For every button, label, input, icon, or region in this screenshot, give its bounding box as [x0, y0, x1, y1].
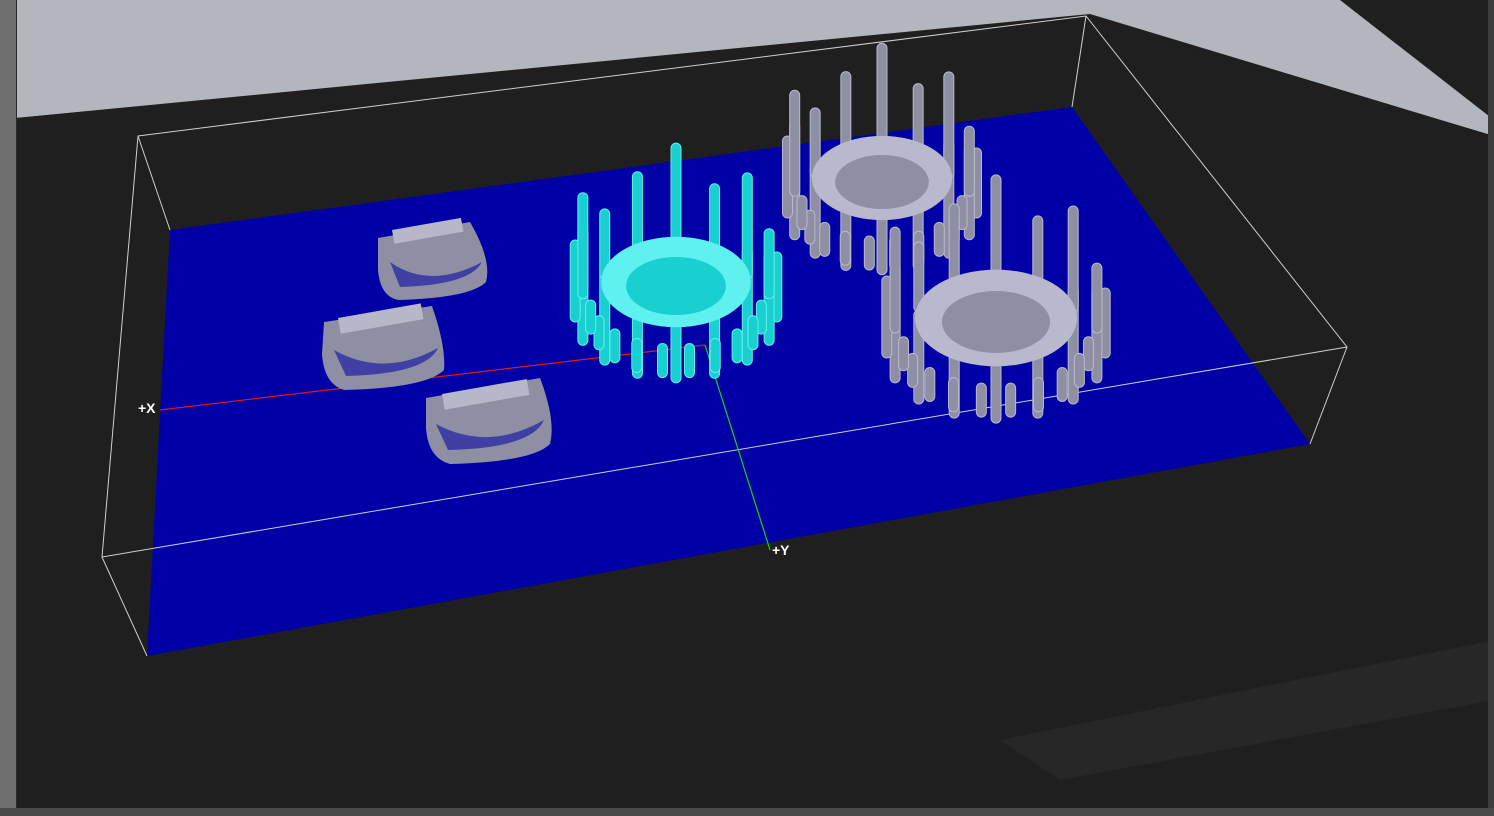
- clip-part-1[interactable]: [378, 217, 488, 300]
- ring-hole: [941, 291, 1051, 353]
- left-panel-edge: [0, 0, 17, 816]
- support-pin: [819, 221, 831, 257]
- support-pin: [898, 336, 910, 372]
- support-pin: [839, 230, 851, 266]
- support-pin: [1073, 352, 1085, 388]
- support-pin: [796, 195, 808, 231]
- support-pin: [577, 192, 589, 300]
- ring-hole: [835, 155, 929, 209]
- support-pin: [789, 89, 801, 197]
- support-pin: [763, 228, 775, 300]
- support-pin: [963, 125, 975, 197]
- support-pin: [948, 377, 960, 413]
- right-panel-edge: [1488, 0, 1494, 816]
- support-pin: [907, 352, 919, 388]
- support-pin: [924, 366, 936, 402]
- support-pin: [975, 382, 987, 418]
- x-axis-label: +X: [138, 400, 156, 416]
- support-pin: [609, 328, 621, 364]
- support-pin: [1005, 382, 1017, 418]
- 3d-viewport[interactable]: +X +Y: [0, 0, 1494, 816]
- support-pin: [863, 235, 875, 271]
- y-axis-label: +Y: [772, 542, 790, 558]
- support-pin: [1032, 377, 1044, 413]
- support-pin: [1082, 336, 1094, 372]
- support-pin: [1091, 262, 1103, 334]
- support-pin: [709, 338, 721, 374]
- bottom-panel-edge: [0, 808, 1494, 816]
- support-pin: [731, 328, 743, 364]
- support-pin: [747, 315, 759, 351]
- scene-canvas[interactable]: [0, 0, 1494, 816]
- support-pin: [933, 221, 945, 257]
- ring-hole: [626, 257, 726, 315]
- support-pin: [889, 226, 901, 334]
- support-pin: [684, 343, 696, 379]
- support-pin: [1067, 205, 1079, 313]
- support-pin: [1056, 366, 1068, 402]
- support-pin: [656, 343, 668, 379]
- support-pin: [585, 299, 597, 335]
- support-pin: [631, 338, 643, 374]
